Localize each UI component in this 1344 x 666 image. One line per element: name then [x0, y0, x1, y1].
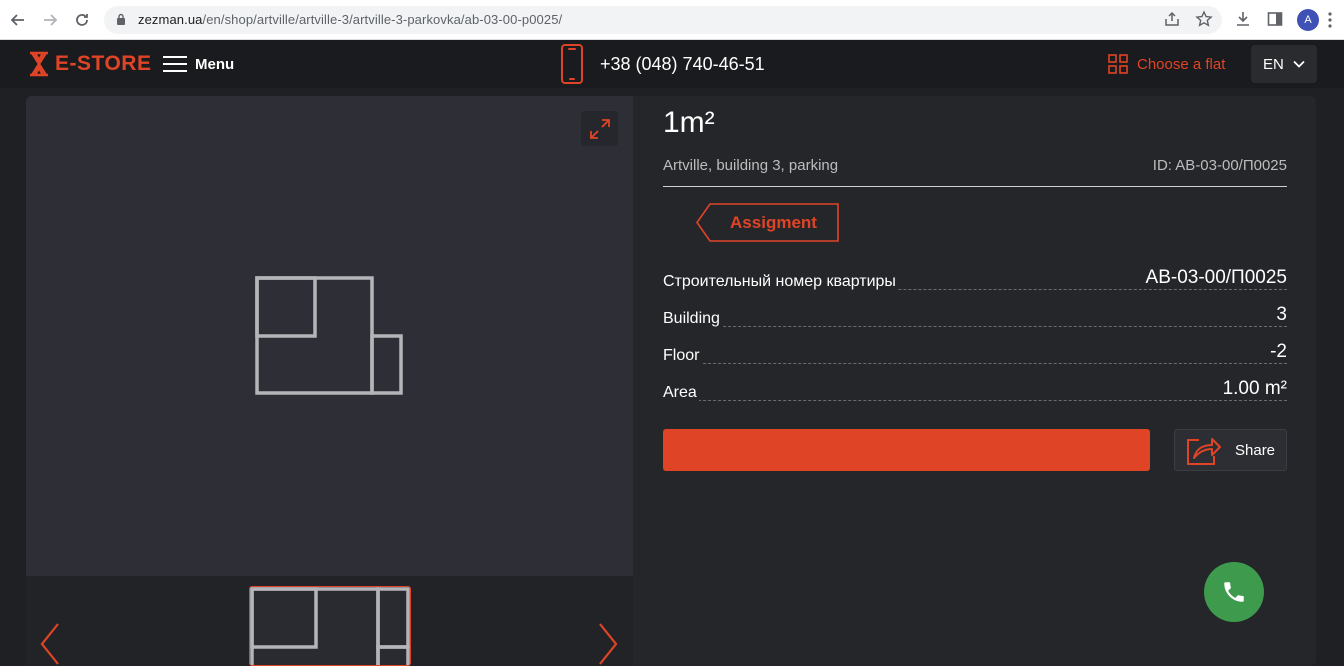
site-header: E-STORE Menu +38 (048) 740-46-51 Choose … — [0, 40, 1344, 88]
language-label: EN — [1263, 55, 1284, 73]
spec-value: AB-03-00/П0025 — [1143, 267, 1287, 289]
back-icon[interactable] — [8, 10, 28, 30]
dotted-leader — [663, 326, 1287, 327]
share-label: Share — [1235, 441, 1276, 459]
spec-row-building: Building 3 — [663, 304, 1287, 328]
divider — [663, 186, 1287, 187]
spec-label: Building — [663, 310, 722, 328]
logo-text: E-STORE — [55, 52, 152, 75]
reload-icon[interactable] — [72, 10, 92, 30]
assignment-label: Assigment — [730, 212, 817, 232]
listing-subtitle: Artville, building 3, parking — [663, 157, 839, 174]
spec-value: 1.00 m² — [1220, 378, 1287, 400]
choose-flat-link[interactable]: Choose a flat — [1108, 53, 1225, 75]
next-arrow-icon[interactable] — [596, 622, 620, 666]
dotted-leader — [663, 400, 1287, 401]
share-button[interactable]: Share — [1174, 429, 1287, 471]
menu-label: Menu — [195, 55, 235, 73]
url-text: zezman.ua/en/shop/artville/artville-3/ar… — [138, 12, 563, 27]
language-selector[interactable]: EN — [1251, 45, 1317, 83]
bookmark-star-icon[interactable] — [1195, 10, 1215, 30]
phone-icon — [1224, 582, 1244, 602]
profile-avatar[interactable]: A — [1297, 9, 1319, 31]
spec-value: 3 — [1274, 304, 1287, 326]
expand-icon — [589, 118, 610, 139]
browser-toolbar: zezman.ua/en/shop/artville/artville-3/ar… — [0, 0, 1344, 40]
fullscreen-button[interactable] — [581, 111, 618, 146]
prev-arrow-icon[interactable] — [38, 622, 62, 666]
listing-id: ID: AB-03-00/П0025 — [1152, 157, 1287, 174]
phone-link[interactable]: +38 (048) 740-46-51 — [560, 44, 765, 84]
choose-flat-label: Choose a flat — [1137, 55, 1226, 73]
primary-action-button[interactable] — [663, 429, 1150, 471]
spec-row-build-number: Строительный номер квартиры AB-03-00/П00… — [663, 267, 1287, 291]
spec-value: -2 — [1268, 341, 1287, 363]
lock-icon — [117, 13, 125, 25]
forward-icon[interactable] — [40, 10, 60, 30]
address-bar[interactable]: zezman.ua/en/shop/artville/artville-3/ar… — [104, 6, 1222, 34]
thumbnail-floorplan-image — [250, 587, 410, 665]
assignment-tag[interactable]: Assigment — [696, 203, 839, 242]
listing-title: 1m² — [663, 106, 715, 139]
logo-hourglass-icon — [30, 51, 48, 77]
call-button[interactable] — [1204, 562, 1264, 622]
grid-icon — [1108, 54, 1128, 74]
floorplan-image — [255, 276, 403, 395]
side-panel-icon[interactable] — [1266, 10, 1286, 30]
dotted-leader — [663, 363, 1287, 364]
smartphone-icon — [561, 44, 583, 84]
spec-label: Floor — [663, 347, 702, 365]
site-logo[interactable]: E-STORE — [28, 48, 151, 80]
spec-row-floor: Floor -2 — [663, 341, 1287, 365]
share-page-icon[interactable] — [1163, 10, 1183, 30]
more-vert-icon[interactable] — [1328, 12, 1332, 28]
menu-button[interactable]: Menu — [163, 53, 234, 75]
spec-row-area: Area 1.00 m² — [663, 378, 1287, 402]
thumbnail-item[interactable] — [249, 586, 411, 666]
share-arrow-icon — [1187, 438, 1221, 465]
spec-label: Строительный номер квартиры — [663, 273, 898, 291]
spec-label: Area — [663, 384, 699, 402]
hamburger-icon — [163, 56, 187, 72]
download-icon[interactable] — [1234, 10, 1254, 30]
chevron-down-icon — [1293, 60, 1305, 68]
phone-number: +38 (048) 740-46-51 — [600, 53, 765, 74]
